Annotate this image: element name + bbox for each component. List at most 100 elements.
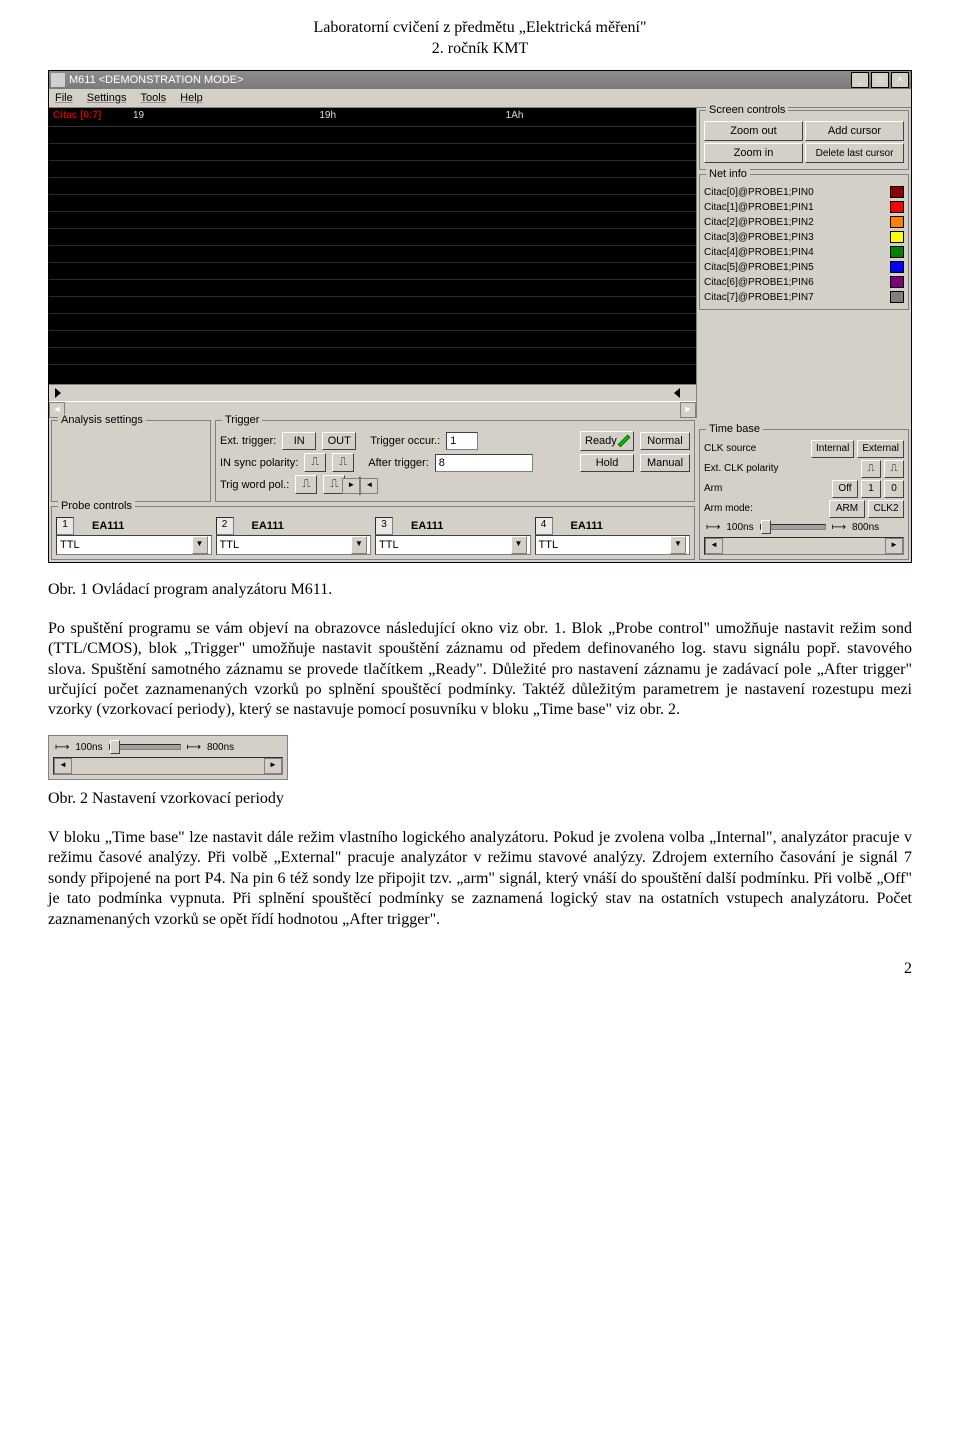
zoom-out-button[interactable]: Zoom out <box>704 121 803 141</box>
waveform-ruler[interactable] <box>49 384 696 401</box>
net-info-item[interactable]: Citac[1]@PROBE1;PIN1 <box>704 200 904 215</box>
waveform-col-2: 1Ah <box>506 110 692 124</box>
probe-controls-title: Probe controls <box>58 500 135 512</box>
trigger-occur-field[interactable]: 1 <box>446 432 478 450</box>
trig-word-pol-label: Trig word pol.: <box>220 479 289 491</box>
waveform-view[interactable]: Citac [0:7] 19 19h 1Ah <box>49 108 697 418</box>
net-info-item[interactable]: Citac[4]@PROBE1;PIN4 <box>704 245 904 260</box>
trig-word-rise-button[interactable]: ⎍ <box>295 475 317 494</box>
ready-button[interactable]: Ready <box>580 431 634 451</box>
zoom-in-button[interactable]: Zoom in <box>704 143 803 163</box>
ext-clk-fall-button[interactable]: ⎍ <box>884 460 904 478</box>
net-info-swatch <box>890 186 904 198</box>
net-info-item[interactable]: Citac[3]@PROBE1;PIN3 <box>704 230 904 245</box>
add-cursor-button[interactable]: Add cursor <box>805 121 904 141</box>
header-line-2: 2. ročník KMT <box>48 39 912 60</box>
ext-trigger-out-button[interactable]: OUT <box>322 432 356 450</box>
arm-mode-arm-button[interactable]: ARM <box>829 500 865 518</box>
probe-mode-select[interactable]: TTL▼ <box>535 535 691 555</box>
after-trigger-label: After trigger: <box>368 457 429 469</box>
hold-button[interactable]: Hold <box>580 454 634 472</box>
ext-trigger-label: Ext. trigger: <box>220 435 276 447</box>
waveform-row <box>49 212 696 229</box>
clk-external-button[interactable]: External <box>857 440 904 458</box>
after-trigger-field[interactable]: 8 <box>435 454 533 472</box>
after-trigger-scroll-right[interactable]: ► <box>342 478 360 494</box>
normal-button[interactable]: Normal <box>640 432 690 450</box>
maximize-button[interactable]: □ <box>871 72 889 88</box>
sync-pol-rise-button[interactable]: ⎍ <box>304 453 326 472</box>
menu-settings[interactable]: Settings <box>87 92 127 104</box>
manual-button[interactable]: Manual <box>640 454 690 472</box>
probe-mode-select[interactable]: TTL▼ <box>216 535 372 555</box>
arm-mode-label: Arm mode: <box>704 503 753 514</box>
sync-pol-fall-button[interactable]: ⎍ <box>332 453 354 472</box>
screen-controls-title: Screen controls <box>706 104 788 116</box>
net-info-item[interactable]: Citac[0]@PROBE1;PIN0 <box>704 185 904 200</box>
timebase-knob[interactable] <box>761 520 771 534</box>
probe-slot-number: 1 <box>56 517 74 535</box>
probe-slot-name: EA111 <box>411 520 443 532</box>
window-title: M611 <DEMONSTRATION MODE> <box>69 74 851 86</box>
probe-slot-name: EA111 <box>571 520 603 532</box>
waveform-row <box>49 144 696 161</box>
ext-clk-rise-button[interactable]: ⎍ <box>861 460 881 478</box>
timebase-detail-scroll[interactable]: ◄ ► <box>53 757 283 775</box>
timebase-detail-knob[interactable] <box>110 740 120 754</box>
waveform-col-0: 19 <box>133 110 319 124</box>
tb-detail-left: 100ns <box>75 742 102 753</box>
probe-slot: 2EA111TTL▼ <box>216 517 372 555</box>
menu-file[interactable]: File <box>55 92 73 104</box>
timebase-scroll-right[interactable]: ► <box>885 538 903 554</box>
net-info-label: Citac[6]@PROBE1;PIN6 <box>704 277 890 288</box>
waveform-hscroll[interactable]: ◄ ► <box>49 401 696 418</box>
in-sync-polarity-label: IN sync polarity: <box>220 457 298 469</box>
probe-mode-select[interactable]: TTL▼ <box>56 535 212 555</box>
delete-cursor-button[interactable]: Delete last cursor <box>805 143 904 163</box>
close-button[interactable]: × <box>891 72 909 88</box>
clk-source-label: CLK source <box>704 443 756 454</box>
clk-internal-button[interactable]: Internal <box>811 440 854 458</box>
menu-help[interactable]: Help <box>180 92 203 104</box>
probe-slot-name: EA111 <box>92 520 124 532</box>
net-info-label: Citac[1]@PROBE1;PIN1 <box>704 202 890 213</box>
timebase-detail-scroll-right[interactable]: ► <box>264 758 282 774</box>
timebase-slider[interactable]: ⟼100ns ⟼800ns <box>704 520 904 535</box>
arm-off-button[interactable]: Off <box>832 480 858 498</box>
app-icon <box>51 73 65 87</box>
waveform-row <box>49 161 696 178</box>
probe-slot: 1 EA111 TTL▼ <box>56 517 212 555</box>
net-info-item[interactable]: Citac[5]@PROBE1;PIN5 <box>704 260 904 275</box>
net-info-swatch <box>890 216 904 228</box>
net-info-label: Citac[4]@PROBE1;PIN4 <box>704 247 890 258</box>
arm-1-button[interactable]: 1 <box>861 480 881 498</box>
trigger-occur-label: Trigger occur.: <box>370 435 440 447</box>
waveform-col-1: 19h <box>319 110 505 124</box>
net-info-item[interactable]: Citac[6]@PROBE1;PIN6 <box>704 275 904 290</box>
timebase-title: Time base <box>706 423 763 435</box>
timebase-scroll-left[interactable]: ◄ <box>705 538 723 554</box>
ext-clk-polarity-label: Ext. CLK polarity <box>704 463 778 474</box>
waveform-row <box>49 195 696 212</box>
probe-mode-value: TTL <box>60 539 80 551</box>
net-info-title: Net info <box>706 168 750 180</box>
timebase-scroll[interactable]: ◄ ► <box>704 537 904 555</box>
paragraph-1: Po spuštění programu se vám objeví na ob… <box>48 619 912 721</box>
net-info-item[interactable]: Citac[7]@PROBE1;PIN7 <box>704 290 904 305</box>
after-trigger-scroll[interactable]: ◄ ► <box>359 477 361 495</box>
probe-slot: 3EA111TTL▼ <box>375 517 531 555</box>
probe-mode-select[interactable]: TTL▼ <box>375 535 531 555</box>
net-info-swatch <box>890 246 904 258</box>
timebase-detail-scroll-left[interactable]: ◄ <box>54 758 72 774</box>
after-trigger-scroll-left[interactable]: ◄ <box>360 478 378 494</box>
arm-mode-clk2-button[interactable]: CLK2 <box>868 500 904 518</box>
ext-trigger-in-button[interactable]: IN <box>282 432 316 450</box>
minimize-button[interactable]: _ <box>851 72 869 88</box>
net-info-item[interactable]: Citac[2]@PROBE1;PIN2 <box>704 215 904 230</box>
arm-0-button[interactable]: 0 <box>884 480 904 498</box>
tb-detail-right: 800ns <box>207 742 234 753</box>
scroll-right-button[interactable]: ► <box>680 402 696 418</box>
menu-tools[interactable]: Tools <box>140 92 166 104</box>
timebase-detail-slider[interactable]: ⟼100ns ⟼800ns <box>53 740 283 755</box>
chevron-down-icon: ▼ <box>511 536 527 554</box>
